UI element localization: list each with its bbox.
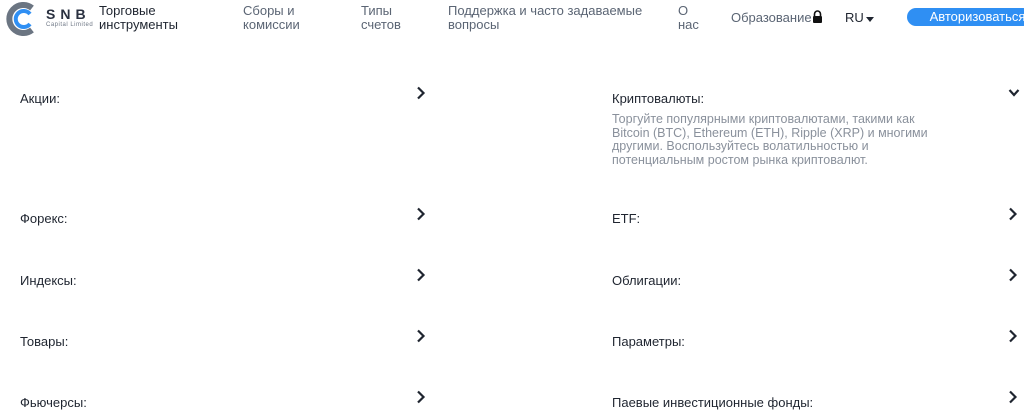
- logo-subtitle: Capital Limited: [46, 22, 94, 28]
- language-selector[interactable]: RU: [845, 10, 864, 25]
- accordion-title: Облигации:: [612, 273, 682, 288]
- lock-icon: [813, 10, 822, 23]
- accordion-item-commodities[interactable]: Товары:: [20, 329, 430, 354]
- accordion-item-bonds[interactable]: Облигации:: [612, 268, 1024, 293]
- accordion-item-crypto[interactable]: Криптовалюты: Торгуйте популярными крипт…: [612, 88, 1024, 171]
- accordion-title: Форекс:: [20, 211, 68, 226]
- nav-support-faq[interactable]: Поддержка и часто задаваемые вопросы: [448, 4, 648, 32]
- accordion-item-options[interactable]: Параметры:: [612, 329, 1024, 354]
- accordion-item-etf[interactable]: ETF:: [612, 207, 1024, 231]
- accordion-item-mutual-funds[interactable]: Паевые инвестиционные фонды:: [612, 390, 1024, 411]
- login-button[interactable]: Авторизоваться: [907, 8, 1024, 26]
- accordion-item-indices[interactable]: Индексы:: [20, 268, 430, 293]
- caret-down-icon[interactable]: [866, 17, 874, 22]
- nav-fees-commissions[interactable]: Сборы и комиссии: [243, 4, 333, 32]
- accordion-title: Индексы:: [20, 273, 77, 288]
- accordion-item-stocks[interactable]: Акции:: [20, 86, 430, 111]
- chevron-down-icon[interactable]: [1008, 88, 1020, 98]
- accordion-title: Криптовалюты:: [612, 91, 705, 106]
- chevron-right-icon[interactable]: [416, 268, 426, 282]
- nav-trading-instruments[interactable]: Торговые инструменты: [99, 4, 189, 32]
- nav-education[interactable]: Образование: [731, 10, 812, 25]
- accordion-title: ETF:: [612, 211, 641, 226]
- accordion-title: Фьючерсы:: [20, 395, 87, 410]
- nav-account-types[interactable]: Типы счетов: [361, 4, 421, 32]
- chevron-right-icon[interactable]: [1008, 207, 1018, 221]
- chevron-right-icon[interactable]: [1008, 329, 1018, 343]
- accordion-description: Торгуйте популярными криптовалютами, так…: [612, 112, 928, 167]
- chevron-right-icon[interactable]: [416, 390, 426, 404]
- chevron-right-icon[interactable]: [416, 329, 426, 343]
- header: SNB Capital Limited Торговые инструменты…: [0, 0, 1024, 40]
- chevron-right-icon[interactable]: [416, 86, 426, 100]
- nav-about[interactable]: О нас: [678, 4, 708, 32]
- logo[interactable]: SNB Capital Limited: [2, 0, 102, 38]
- logo-mark-icon: [6, 2, 34, 36]
- accordion-title: Паевые инвестиционные фонды:: [612, 395, 814, 410]
- chevron-right-icon[interactable]: [1008, 268, 1018, 282]
- accordion-title: Акции:: [20, 91, 60, 106]
- accordion-title: Параметры:: [612, 334, 685, 349]
- logo-name: SNB: [46, 6, 91, 22]
- chevron-right-icon[interactable]: [1008, 390, 1018, 404]
- accordion-item-forex[interactable]: Форекс:: [20, 207, 430, 231]
- chevron-right-icon[interactable]: [416, 207, 426, 221]
- accordion-title: Товары:: [20, 334, 69, 349]
- accordion-item-futures[interactable]: Фьючерсы:: [20, 390, 430, 411]
